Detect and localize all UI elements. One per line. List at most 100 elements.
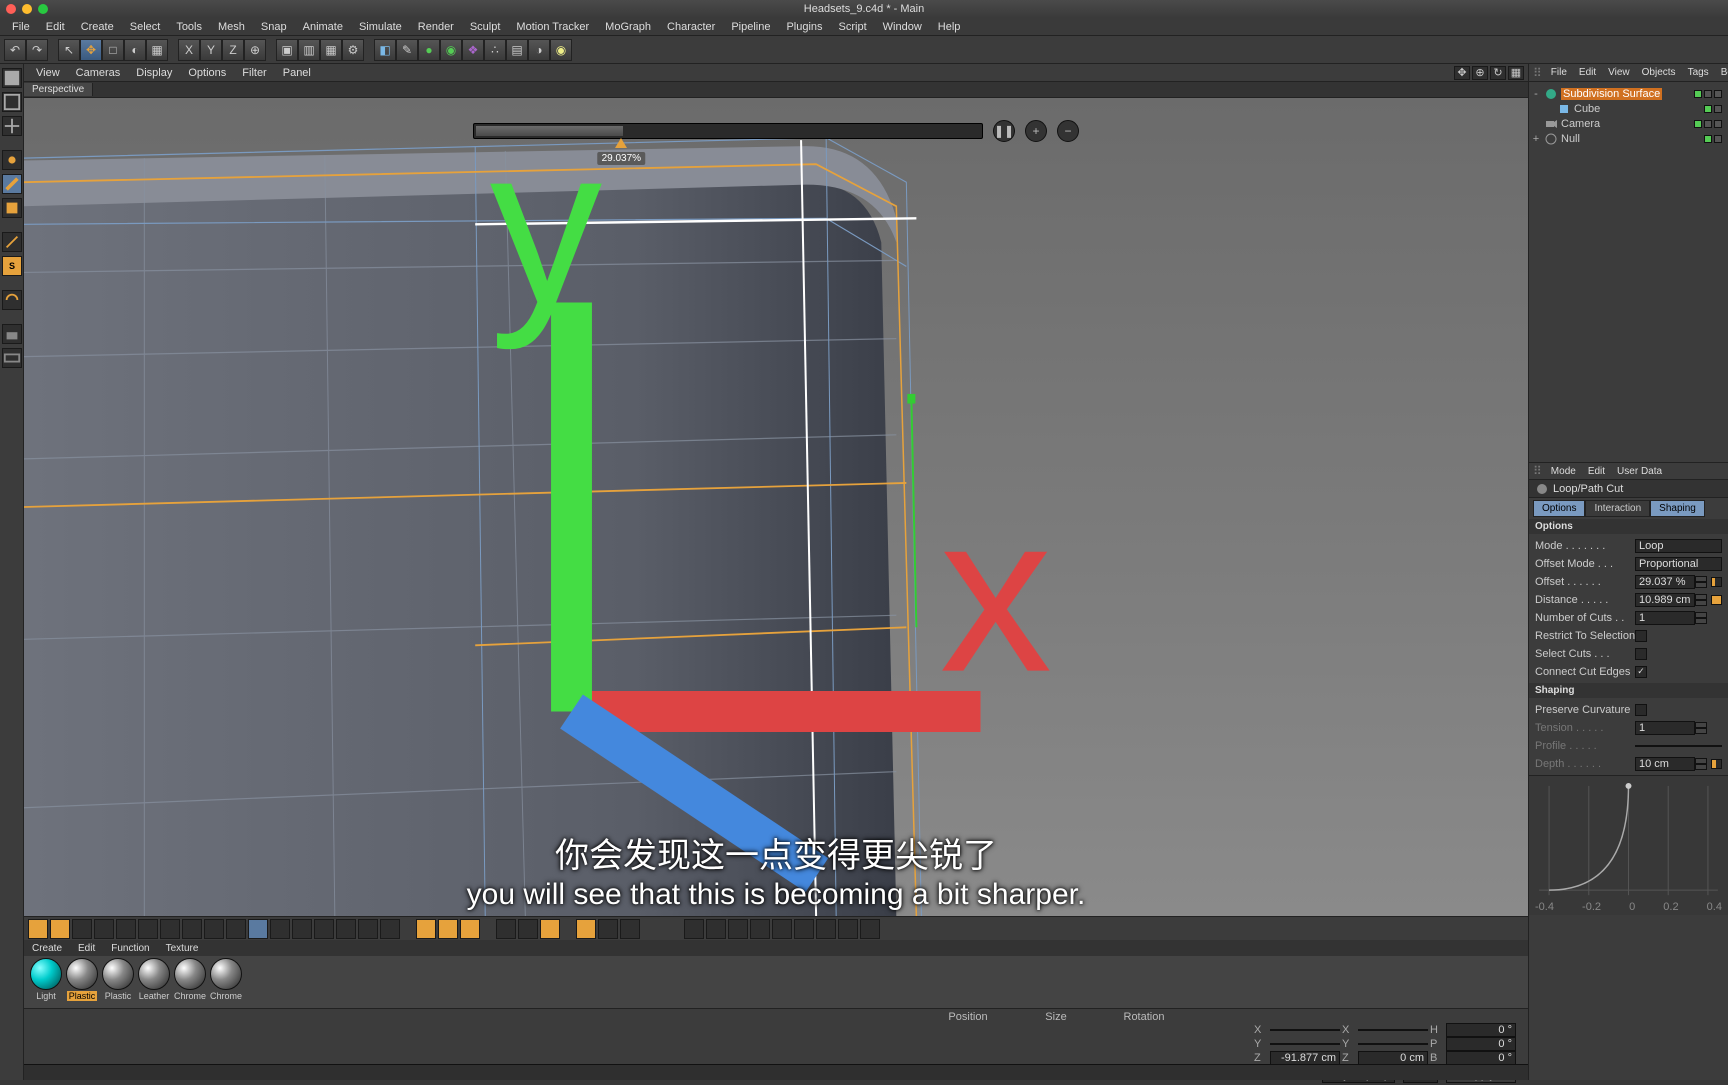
cmd-icon[interactable] xyxy=(94,919,114,939)
undo-button[interactable]: ↶ xyxy=(4,39,26,61)
menu-script[interactable]: Script xyxy=(831,21,875,33)
add-lightbulb-button[interactable]: ◉ xyxy=(550,39,572,61)
render-view-button[interactable]: ▣ xyxy=(276,39,298,61)
om-menu-objects[interactable]: Objects xyxy=(1636,67,1682,78)
attr-spinner[interactable] xyxy=(1695,594,1707,606)
pos-field[interactable] xyxy=(1270,1029,1340,1031)
texture-mode-button[interactable] xyxy=(2,92,22,112)
attr-dropdown[interactable]: Loop xyxy=(1635,539,1722,553)
add-deformer-button[interactable]: ❖ xyxy=(462,39,484,61)
attr-checkbox[interactable] xyxy=(1635,630,1647,642)
attr-slider[interactable] xyxy=(1711,759,1722,769)
render-region-button[interactable]: ▥ xyxy=(298,39,320,61)
locked-workplane-button[interactable] xyxy=(2,324,22,344)
size-field[interactable] xyxy=(1358,1029,1428,1031)
cmd-icon[interactable] xyxy=(838,919,858,939)
tag-dot[interactable] xyxy=(1714,90,1722,98)
add-subdiv-button[interactable]: ● xyxy=(418,39,440,61)
cmd-icon[interactable] xyxy=(860,919,880,939)
om-menu-tags[interactable]: Tags xyxy=(1682,67,1715,78)
om-menu-bookmarks[interactable]: Bookmar xyxy=(1715,67,1728,78)
size-field[interactable] xyxy=(1358,1043,1428,1045)
cmd-icon[interactable] xyxy=(598,919,618,939)
x-axis-toggle[interactable]: X xyxy=(178,39,200,61)
enable-axis-button[interactable] xyxy=(2,232,22,252)
redo-button[interactable]: ↷ xyxy=(26,39,48,61)
polygons-mode-button[interactable] xyxy=(2,198,22,218)
loop-cut-plus-button[interactable]: + xyxy=(1025,120,1047,142)
menu-window[interactable]: Window xyxy=(875,21,930,33)
view-menu-display[interactable]: Display xyxy=(128,67,180,79)
view-zoom-icon[interactable]: ⊕ xyxy=(1472,66,1488,80)
cmd-icon[interactable] xyxy=(728,919,748,939)
tree-row[interactable]: Camera xyxy=(1531,116,1726,131)
cmd-icon[interactable] xyxy=(540,919,560,939)
menu-tools[interactable]: Tools xyxy=(168,21,210,33)
attr-tab-options[interactable]: Options xyxy=(1533,500,1585,517)
mat-menu-texture[interactable]: Texture xyxy=(158,942,207,955)
view-pan-icon[interactable]: ✥ xyxy=(1454,66,1470,80)
menu-mesh[interactable]: Mesh xyxy=(210,21,253,33)
visibility-dot[interactable] xyxy=(1694,90,1702,98)
menu-file[interactable]: File xyxy=(4,21,38,33)
attr-dropdown[interactable] xyxy=(1635,745,1722,747)
tree-object-name[interactable]: Subdivision Surface xyxy=(1561,88,1662,100)
attr-slider[interactable] xyxy=(1711,577,1722,587)
cmd-icon[interactable] xyxy=(336,919,356,939)
view-tab-perspective[interactable]: Perspective xyxy=(24,83,93,96)
cmd-icon[interactable] xyxy=(496,919,516,939)
edges-mode-button[interactable] xyxy=(2,174,22,194)
cmd-icon[interactable] xyxy=(270,919,290,939)
attr-dropdown[interactable]: Proportional xyxy=(1635,557,1722,571)
attr-tab-shaping[interactable]: Shaping xyxy=(1650,500,1705,517)
cmd-icon[interactable] xyxy=(706,919,726,939)
cmd-icon[interactable] xyxy=(460,919,480,939)
attr-slider[interactable] xyxy=(1711,595,1722,605)
menu-create[interactable]: Create xyxy=(73,21,122,33)
cmd-icon[interactable] xyxy=(226,919,246,939)
attr-spinner[interactable] xyxy=(1695,758,1707,770)
cmd-icon[interactable] xyxy=(684,919,704,939)
object-tree[interactable]: -Subdivision SurfaceCubeCamera+Null xyxy=(1529,82,1728,462)
attr-checkbox[interactable] xyxy=(1635,648,1647,660)
render-dot[interactable] xyxy=(1704,90,1712,98)
view-menu-options[interactable]: Options xyxy=(180,67,234,79)
add-cube-button[interactable]: ◧ xyxy=(374,39,396,61)
live-select-tool[interactable]: ↖ xyxy=(58,39,80,61)
cmd-icon[interactable] xyxy=(620,919,640,939)
world-axis-toggle[interactable]: ⊕ xyxy=(244,39,266,61)
cmd-icon[interactable] xyxy=(518,919,538,939)
attr-spinner[interactable] xyxy=(1695,722,1707,734)
add-pen-button[interactable]: ✎ xyxy=(396,39,418,61)
cmd-icon[interactable] xyxy=(794,919,814,939)
workplane-mode-button[interactable] xyxy=(2,116,22,136)
loop-cut-slider-track[interactable]: 29.037% xyxy=(473,123,983,139)
loop-cut-pause-button[interactable]: ❚❚ xyxy=(993,120,1015,142)
tree-row[interactable]: +Null xyxy=(1531,131,1726,146)
material-item[interactable]: Light xyxy=(28,958,64,1001)
rot-field[interactable]: 0 ° xyxy=(1446,1023,1516,1037)
render-settings-button[interactable]: ⚙ xyxy=(342,39,364,61)
menu-edit[interactable]: Edit xyxy=(38,21,73,33)
cmd-icon[interactable] xyxy=(28,919,48,939)
cmd-icon[interactable] xyxy=(72,919,92,939)
tree-object-name[interactable]: Null xyxy=(1561,133,1580,145)
attr-checkbox[interactable] xyxy=(1635,704,1647,716)
planar-workplane-button[interactable] xyxy=(2,348,22,368)
attr-number-field[interactable]: 1 xyxy=(1635,611,1695,625)
render-dot[interactable] xyxy=(1704,120,1712,128)
menu-select[interactable]: Select xyxy=(122,21,169,33)
move-tool[interactable]: ✥ xyxy=(80,39,102,61)
z-axis-toggle[interactable]: Z xyxy=(222,39,244,61)
am-menu-userdata[interactable]: User Data xyxy=(1611,466,1668,477)
mat-menu-create[interactable]: Create xyxy=(24,942,70,955)
loop-cut-slider-thumb[interactable] xyxy=(615,138,627,148)
om-menu-edit[interactable]: Edit xyxy=(1573,67,1602,78)
visibility-dot[interactable] xyxy=(1694,120,1702,128)
material-item[interactable]: Plastic xyxy=(100,958,136,1001)
view-menu-filter[interactable]: Filter xyxy=(234,67,274,79)
y-axis-toggle[interactable]: Y xyxy=(200,39,222,61)
cmd-icon[interactable] xyxy=(292,919,312,939)
menu-render[interactable]: Render xyxy=(410,21,462,33)
view-menu-view[interactable]: View xyxy=(28,67,68,79)
